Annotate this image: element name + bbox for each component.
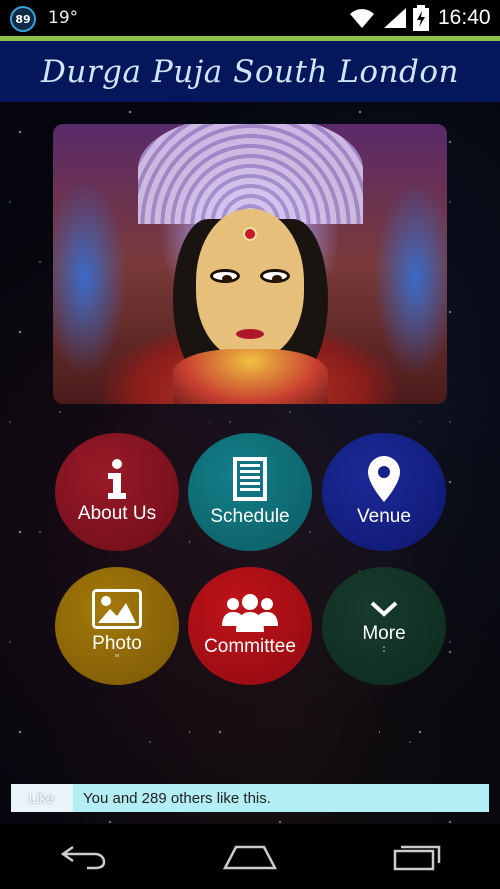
photo-button[interactable]: Photo " <box>55 567 179 685</box>
idol-eye-left <box>210 269 240 283</box>
idol-jewelry <box>173 349 328 404</box>
app-title: Durga Puja South London <box>41 53 459 90</box>
back-button[interactable] <box>48 832 118 882</box>
idol-eye-right <box>260 269 290 283</box>
committee-label: Committee <box>204 636 296 657</box>
app-header: Durga Puja South London <box>0 41 500 102</box>
idol-bindi <box>243 227 257 241</box>
facebook-like-bar: Like You and 289 others like this. <box>11 784 489 812</box>
status-bar: 89 19° 16:40 <box>0 0 500 36</box>
more-button[interactable]: More : <box>322 567 446 685</box>
picture-icon <box>92 589 142 629</box>
home-icon <box>222 845 277 869</box>
location-pin-icon <box>368 456 400 502</box>
like-button[interactable]: Like <box>11 784 73 812</box>
home-button[interactable] <box>215 832 285 882</box>
group-icon <box>222 594 278 632</box>
like-count-text: You and 289 others like this. <box>83 789 271 807</box>
battery-icon <box>413 5 429 31</box>
schedule-button[interactable]: Schedule <box>188 433 312 551</box>
committee-button[interactable]: Committee <box>188 567 312 685</box>
info-icon <box>108 459 126 499</box>
clock-time: 16:40 <box>438 6 491 29</box>
document-icon <box>233 457 267 501</box>
system-nav-bar <box>0 824 500 889</box>
idol-lips <box>236 329 264 339</box>
venue-button[interactable]: Venue <box>322 433 446 551</box>
about-us-button[interactable]: About Us <box>55 433 179 551</box>
chevron-down-icon <box>370 601 398 617</box>
more-sub-mark: : <box>382 642 386 655</box>
schedule-label: Schedule <box>210 506 290 527</box>
signal-icon <box>384 8 406 28</box>
photo-sub-mark: " <box>114 652 120 665</box>
venue-label: Venue <box>357 506 411 527</box>
wifi-icon <box>350 9 374 28</box>
temperature-text: 19° <box>48 8 79 28</box>
app-screen: 89 19° 16:40 Durga Puja South London Abo… <box>0 0 500 889</box>
durga-idol-image <box>53 124 447 404</box>
back-icon <box>61 845 106 869</box>
notification-badge: 89 <box>10 6 36 32</box>
about-us-label: About Us <box>77 503 157 524</box>
recent-apps-button[interactable] <box>382 832 452 882</box>
recent-apps-icon <box>393 845 440 870</box>
